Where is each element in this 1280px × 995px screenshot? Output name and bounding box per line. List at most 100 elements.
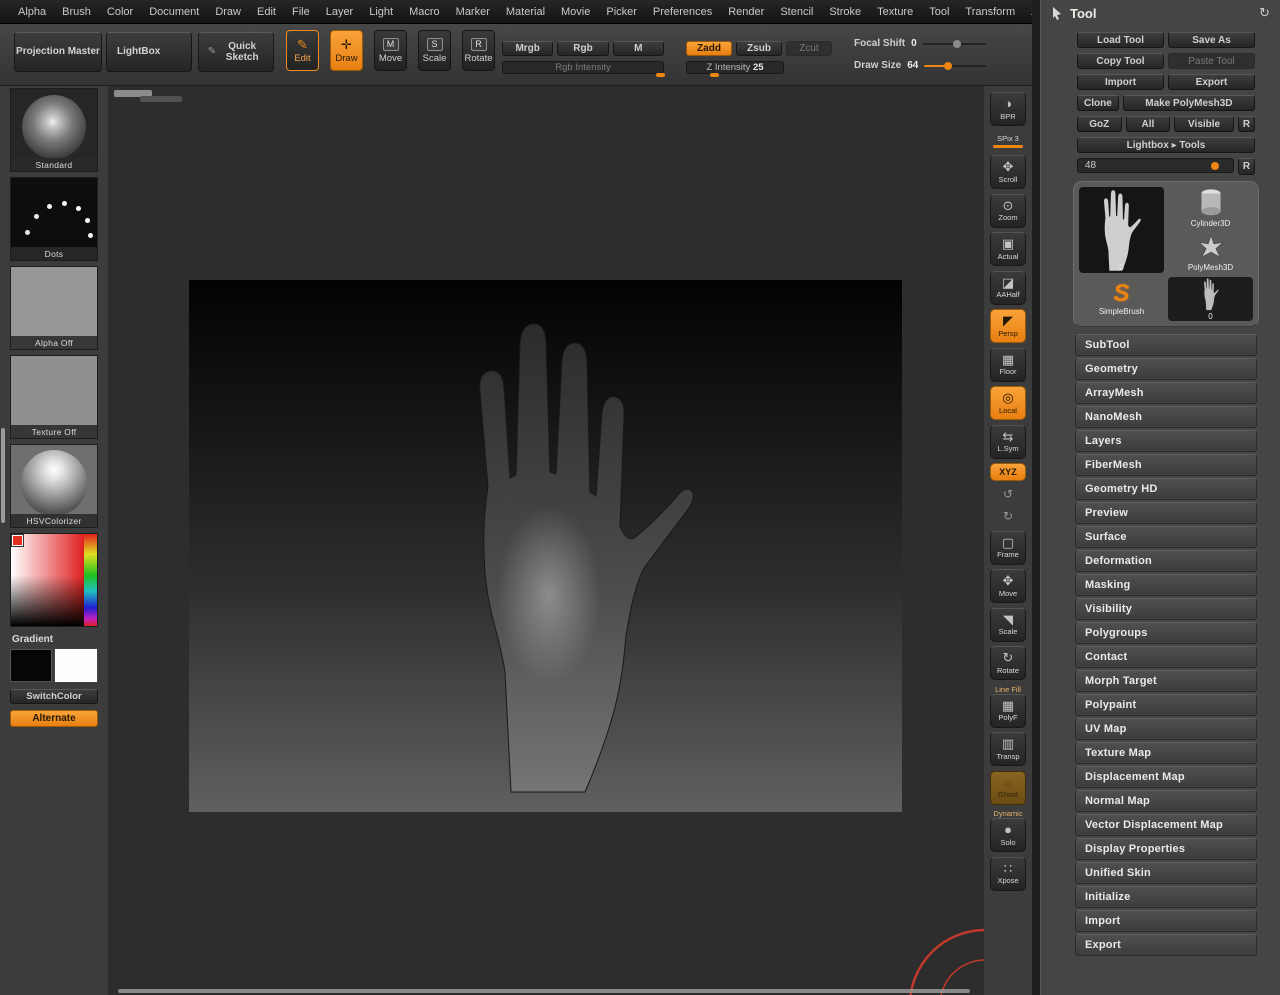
current-alpha-thumbnail[interactable]: Alpha Off bbox=[10, 266, 98, 350]
paste-tool-button[interactable]: Paste Tool bbox=[1168, 53, 1255, 69]
menubar-item[interactable]: Color bbox=[99, 6, 141, 18]
canvas-scrollbar-handle[interactable] bbox=[140, 96, 182, 102]
tool-section-header[interactable]: Geometry HD bbox=[1075, 478, 1257, 500]
canvas[interactable] bbox=[108, 86, 984, 995]
menubar-item[interactable]: Movie bbox=[553, 6, 598, 18]
lightbox-tools-button[interactable]: Lightbox ▸ Tools bbox=[1077, 137, 1255, 153]
menubar-item[interactable]: Light bbox=[361, 6, 401, 18]
import-button[interactable]: Import bbox=[1077, 74, 1164, 90]
tool-section-header[interactable]: Normal Map bbox=[1075, 790, 1257, 812]
menubar-item[interactable]: Material bbox=[498, 6, 553, 18]
active-tool-thumbnail[interactable]: 0 bbox=[1079, 187, 1164, 273]
menubar-item[interactable]: Stroke bbox=[821, 6, 869, 18]
tool-section-header[interactable]: SubTool bbox=[1075, 334, 1257, 356]
menubar-item[interactable]: Alpha bbox=[10, 6, 54, 18]
copy-tool-button[interactable]: Copy Tool bbox=[1077, 53, 1164, 69]
scale-mode-button[interactable]: S Scale bbox=[418, 30, 451, 71]
tool-section-header[interactable]: Visibility bbox=[1075, 598, 1257, 620]
tool-section-header[interactable]: Polypaint bbox=[1075, 694, 1257, 716]
zcut-button[interactable]: Zcut bbox=[786, 41, 832, 56]
main-color-swatch[interactable] bbox=[10, 649, 52, 682]
color-picker[interactable] bbox=[10, 533, 98, 627]
focal-shift-slider[interactable]: Focal Shift 0 bbox=[854, 38, 986, 49]
xyz-button[interactable]: XYZ bbox=[990, 463, 1026, 481]
gradient-label[interactable]: Gradient bbox=[0, 631, 108, 649]
reset-icon[interactable]: ↻ bbox=[1259, 5, 1270, 21]
save-as-button[interactable]: Save As bbox=[1168, 32, 1255, 48]
focal-shift-nub[interactable] bbox=[953, 40, 961, 48]
menubar-item[interactable]: Macro bbox=[401, 6, 448, 18]
zadd-button[interactable]: Zadd bbox=[686, 41, 732, 56]
goz-visible-button[interactable]: Visible bbox=[1174, 116, 1234, 132]
tool-section-header[interactable]: Contact bbox=[1075, 646, 1257, 668]
tool-section-header[interactable]: Import bbox=[1075, 910, 1257, 932]
clone-button[interactable]: Clone bbox=[1077, 95, 1119, 111]
tool-slider-nub[interactable] bbox=[1211, 162, 1219, 170]
menubar-item[interactable]: Picker bbox=[598, 6, 645, 18]
menubar-item[interactable]: Layer bbox=[318, 6, 362, 18]
tool-section-header[interactable]: Surface bbox=[1075, 526, 1257, 548]
mrgb-button[interactable]: Mrgb bbox=[502, 41, 553, 56]
make-polymesh3d-button[interactable]: Make PolyMesh3D bbox=[1123, 95, 1255, 111]
hue-strip[interactable] bbox=[84, 534, 97, 626]
tool-section-header[interactable]: Morph Target bbox=[1075, 670, 1257, 692]
draw-size-nub[interactable] bbox=[944, 62, 952, 70]
tool-section-header[interactable]: UV Map bbox=[1075, 718, 1257, 740]
load-tool-button[interactable]: Load Tool bbox=[1077, 32, 1164, 48]
xpose-button[interactable]: ∷ Xpose bbox=[990, 857, 1026, 891]
zoom-button[interactable]: ⊙ Zoom bbox=[990, 194, 1026, 228]
draw-size-slider[interactable]: Draw Size 64 bbox=[854, 60, 986, 71]
move-button[interactable]: ✥ Move bbox=[990, 569, 1026, 603]
switch-color-button[interactable]: SwitchColor bbox=[10, 689, 98, 704]
current-brush-thumbnail[interactable]: Standard bbox=[10, 88, 98, 172]
focal-shift-track[interactable] bbox=[923, 43, 986, 45]
tool-section-header[interactable]: Display Properties bbox=[1075, 838, 1257, 860]
tool-section-header[interactable]: ArrayMesh bbox=[1075, 382, 1257, 404]
projection-master-button[interactable]: Projection Master bbox=[14, 32, 102, 72]
tool-section-header[interactable]: Unified Skin bbox=[1075, 862, 1257, 884]
lsym-button[interactable]: ⇆ L.Sym bbox=[990, 425, 1026, 459]
tool-slider-r-button[interactable]: R bbox=[1238, 158, 1255, 175]
tool-section-header[interactable]: Texture Map bbox=[1075, 742, 1257, 764]
export-button[interactable]: Export bbox=[1168, 74, 1255, 90]
document-area[interactable] bbox=[189, 280, 902, 812]
current-stroke-thumbnail[interactable]: Dots bbox=[10, 177, 98, 261]
persp-button[interactable]: ◤ Persp bbox=[990, 309, 1026, 343]
rgb-intensity-slider[interactable]: Rgb Intensity bbox=[502, 61, 664, 74]
lightbox-button[interactable]: LightBox bbox=[106, 32, 192, 72]
z-intensity-slider[interactable]: Z Intensity 25 bbox=[686, 61, 784, 74]
cylinder3d-tool[interactable]: Cylinder3D bbox=[1168, 187, 1253, 229]
rotate-mode-button[interactable]: R Rotate bbox=[462, 30, 495, 71]
zsub-button[interactable]: Zsub bbox=[736, 41, 782, 56]
menubar-item[interactable]: Stencil bbox=[772, 6, 821, 18]
bpr-button[interactable]: ◑ BPR bbox=[990, 92, 1026, 126]
menubar-item[interactable]: Preferences bbox=[645, 6, 720, 18]
scale-button[interactable]: ◥ Scale bbox=[990, 608, 1026, 642]
draw-mode-button[interactable]: ✛ Draw bbox=[330, 30, 363, 71]
rgb-intensity-nub[interactable] bbox=[656, 73, 665, 77]
goz-r-button[interactable]: R bbox=[1238, 116, 1255, 132]
tool-section-header[interactable]: Preview bbox=[1075, 502, 1257, 524]
ghost-button[interactable]: ◌ Ghost bbox=[990, 771, 1026, 805]
menubar-item[interactable]: Edit bbox=[249, 6, 284, 18]
rotate-button[interactable]: ↻ Rotate bbox=[990, 646, 1026, 680]
canvas-horizontal-scrollbar[interactable] bbox=[118, 989, 970, 993]
frame-button[interactable]: ▢ Frame bbox=[990, 531, 1026, 565]
draw-size-track[interactable] bbox=[924, 65, 986, 67]
current-texture-thumbnail[interactable]: Texture Off bbox=[10, 355, 98, 439]
tool-section-header[interactable]: FiberMesh bbox=[1075, 454, 1257, 476]
transp-button[interactable]: ▥ Transp bbox=[990, 732, 1026, 766]
tool-section-header[interactable]: Deformation bbox=[1075, 550, 1257, 572]
tool-slider[interactable]: 48 bbox=[1077, 158, 1234, 173]
menubar-item[interactable]: Texture bbox=[869, 6, 921, 18]
current-material-thumbnail[interactable]: HSVColorizer bbox=[10, 444, 98, 528]
solo-button[interactable]: ● Solo bbox=[990, 818, 1026, 852]
goz-all-button[interactable]: All bbox=[1126, 116, 1171, 132]
tool-section-header[interactable]: Displacement Map bbox=[1075, 766, 1257, 788]
menubar-item[interactable]: Brush bbox=[54, 6, 99, 18]
edit-mode-button[interactable]: ✎ Edit bbox=[286, 30, 319, 71]
z-intensity-nub[interactable] bbox=[710, 73, 719, 77]
menubar-item[interactable]: Document bbox=[141, 6, 207, 18]
saturation-value-area[interactable] bbox=[11, 534, 84, 626]
local-button[interactable]: ◎ Local bbox=[990, 386, 1026, 420]
